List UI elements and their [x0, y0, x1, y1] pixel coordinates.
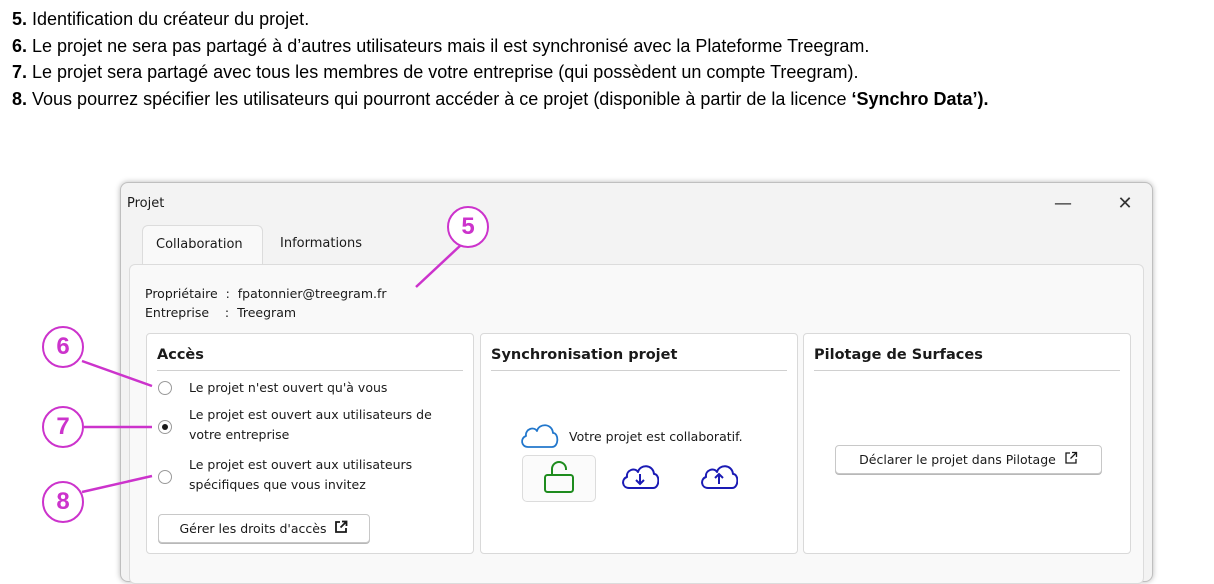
external-link-icon	[1064, 451, 1078, 468]
access-title-divider	[157, 370, 463, 371]
cloud-download-icon[interactable]	[619, 461, 660, 497]
annotation-marker-5: 5	[447, 206, 489, 248]
project-dialog: Projet — ✕ Collaboration Informations Pr…	[120, 182, 1153, 584]
annotation-marker-8: 8	[42, 481, 84, 523]
minimize-button[interactable]: —	[1043, 189, 1083, 217]
external-link-icon	[334, 520, 348, 537]
radio-private-label[interactable]: Le projet n'est ouvert qu'à vous	[189, 378, 464, 398]
tab-collaboration[interactable]: Collaboration	[142, 225, 263, 265]
pilotage-title-divider	[814, 370, 1120, 371]
radio-company[interactable]	[158, 420, 172, 434]
declare-pilotage-button[interactable]: Déclarer le projet dans Pilotage	[835, 445, 1102, 474]
close-button[interactable]: ✕	[1105, 189, 1145, 217]
cloud-upload-icon[interactable]	[698, 461, 739, 497]
instruction-list: 5. Identification du créateur du projet.…	[12, 6, 989, 112]
lock-button[interactable]	[522, 455, 596, 502]
annotation-marker-7: 7	[42, 406, 84, 448]
sync-panel: Synchronisation projet Votre projet est …	[480, 333, 798, 554]
annotation-marker-6: 6	[42, 326, 84, 368]
radio-company-label[interactable]: Le projet est ouvert aux utilisateurs de…	[189, 405, 464, 445]
pilotage-panel: Pilotage de Surfaces Déclarer le projet …	[803, 333, 1131, 554]
access-panel: Accès Le projet n'est ouvert qu'à vous L…	[146, 333, 474, 554]
company-info: Entreprise : Treegram	[145, 305, 297, 320]
cloud-icon	[518, 420, 560, 453]
collaboration-tab-content: Propriétaire : fpatonnier@treegram.fr En…	[129, 264, 1144, 584]
declare-pilotage-button-label: Déclarer le projet dans Pilotage	[859, 452, 1056, 467]
sync-title: Synchronisation projet	[491, 347, 678, 363]
instruction-item-7: 7. Le projet sera partagé avec tous les …	[12, 62, 859, 82]
sync-title-divider	[491, 370, 787, 371]
dialog-title: Projet	[127, 196, 165, 211]
instruction-item-5: 5. Identification du créateur du projet.	[12, 9, 310, 29]
instruction-item-8: 8. Vous pourrez spécifier les utilisateu…	[12, 88, 989, 109]
sync-status: Votre projet est collaboratif.	[518, 420, 743, 453]
access-title: Accès	[157, 347, 204, 363]
radio-invited[interactable]	[158, 470, 172, 484]
pilotage-title: Pilotage de Surfaces	[814, 347, 983, 363]
manage-access-button-label: Gérer les droits d'accès	[179, 521, 327, 536]
tab-informations[interactable]: Informations	[267, 225, 375, 265]
manage-access-button[interactable]: Gérer les droits d'accès	[158, 514, 370, 543]
instruction-item-6: 6. Le projet ne sera pas partagé à d’aut…	[12, 35, 870, 56]
radio-private[interactable]	[158, 381, 172, 395]
owner-info: Propriétaire : fpatonnier@treegram.fr	[145, 286, 387, 301]
radio-invited-label[interactable]: Le projet est ouvert aux utilisateurs sp…	[189, 455, 464, 495]
unlock-icon	[543, 460, 575, 498]
sync-status-text: Votre projet est collaboratif.	[569, 429, 743, 444]
